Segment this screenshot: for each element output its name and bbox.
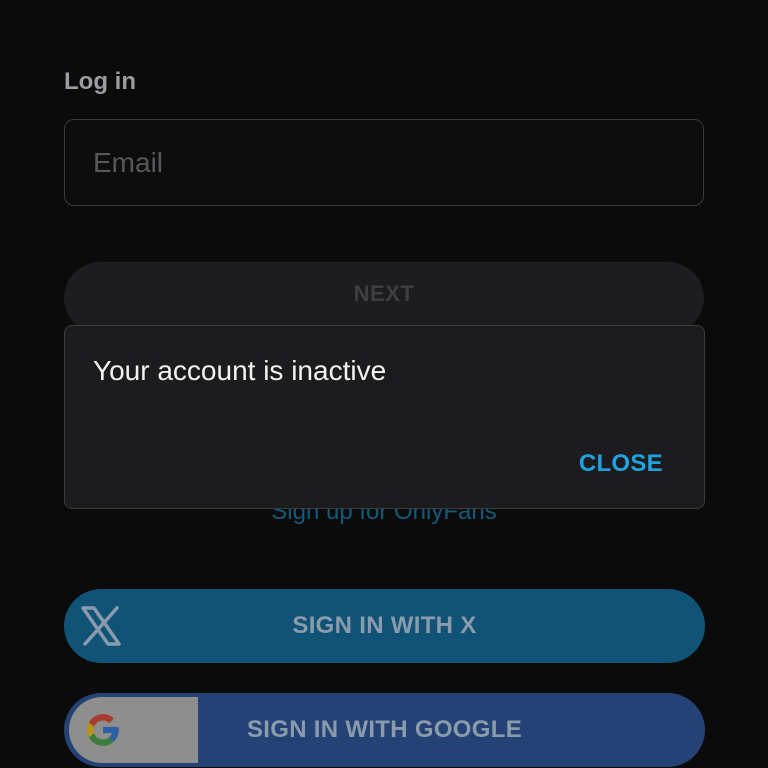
close-button[interactable]: CLOSE — [579, 450, 663, 478]
login-screen: Log in NEXT Sign up for OnlyFans Your ac… — [0, 0, 768, 768]
sign-in-with-google-button[interactable]: SIGN IN WITH GOOGLE — [64, 693, 705, 767]
email-field-container[interactable] — [64, 119, 704, 206]
sign-in-with-google-label: SIGN IN WITH GOOGLE — [246, 716, 523, 743]
alert-dialog: Your account is inactive CLOSE — [64, 325, 705, 509]
sign-in-with-x-label: SIGN IN WITH X — [292, 612, 477, 639]
dialog-message: Your account is inactive — [93, 355, 387, 386]
page-title: Log in — [64, 68, 136, 95]
next-button[interactable]: NEXT — [64, 262, 704, 334]
email-field[interactable] — [65, 120, 703, 205]
sign-in-with-x-button[interactable]: SIGN IN WITH X — [64, 589, 705, 663]
